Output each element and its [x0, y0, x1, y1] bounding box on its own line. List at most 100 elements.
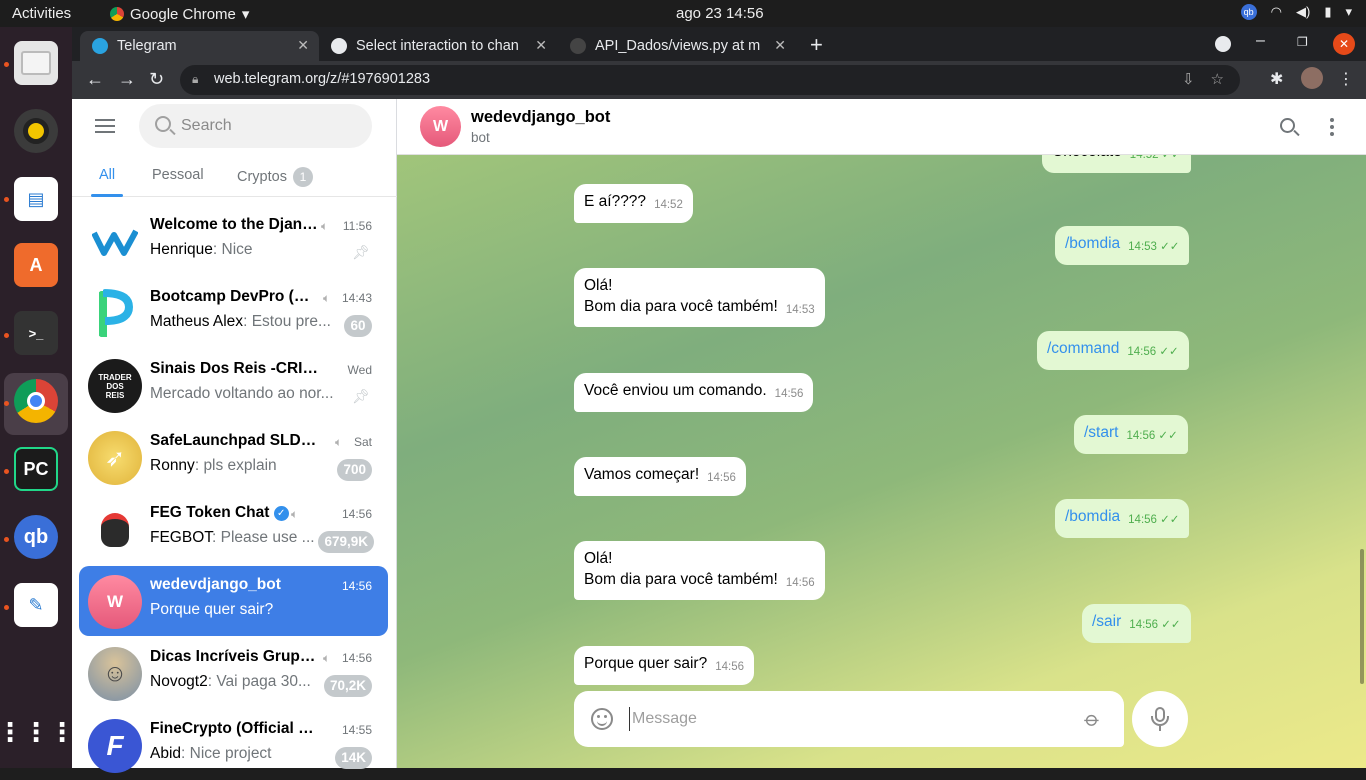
- message-text[interactable]: /command: [1047, 340, 1119, 357]
- close-tab-icon[interactable]: ✕: [774, 37, 786, 54]
- chat-item[interactable]: ➶ SafeLaunchpad SLD & ... 🔈︎ Sat Ronny: …: [79, 422, 388, 492]
- bookmark-star-icon[interactable]: ☆: [1211, 70, 1224, 88]
- avatar-letter: W: [432, 117, 449, 135]
- chat-preview: Henrique: Nice: [150, 241, 253, 258]
- terminal-icon[interactable]: >_: [14, 311, 58, 355]
- wifi-icon[interactable]: ◠: [1271, 4, 1282, 20]
- forward-icon[interactable]: →: [118, 69, 136, 90]
- ubuntu-software-icon[interactable]: A: [14, 243, 58, 287]
- tab-api-dados[interactable]: API_Dados/views.py at m ✕: [558, 31, 796, 61]
- avatar: [88, 215, 142, 269]
- url-text[interactable]: web.telegram.org/z/#1976901283: [214, 71, 430, 87]
- power-menu-icon[interactable]: ▾: [1345, 4, 1352, 20]
- new-tab-icon[interactable]: +: [810, 32, 823, 58]
- message-outgoing[interactable]: /bomdia 14:53 ✓✓: [1055, 226, 1190, 265]
- battery-icon[interactable]: ▮: [1324, 4, 1331, 20]
- welcome-logo-icon: [92, 229, 138, 256]
- tab-strip: Telegram ✕ Select interaction to chan ✕ …: [72, 27, 1366, 61]
- unread-badge: 700: [337, 459, 372, 481]
- chat-title[interactable]: wedevdjango_bot: [471, 108, 610, 127]
- search-box[interactable]: [139, 104, 372, 148]
- avatar: [88, 503, 142, 557]
- install-app-icon[interactable]: ⇩: [1182, 70, 1195, 88]
- chat-avatar[interactable]: W: [420, 106, 461, 147]
- chrome-menu-icon[interactable]: ⋮: [1338, 69, 1354, 89]
- close-window-icon[interactable]: ✕: [1333, 33, 1355, 55]
- system-tray[interactable]: qb ◠ ◀) ▮ ▾: [1240, 4, 1352, 20]
- chat-item-selected[interactable]: W wedevdjango_bot 14:56 Porque quer sair…: [79, 566, 388, 636]
- folder-tab-pessoal[interactable]: Pessoal: [152, 167, 204, 183]
- menu-icon[interactable]: [95, 119, 115, 133]
- chat-time: 14:56: [341, 507, 372, 521]
- more-options-icon[interactable]: [1330, 118, 1334, 136]
- chat-title: FineCrypto (Official C...: [150, 720, 320, 737]
- message-incoming[interactable]: Porque quer sair? 14:56: [574, 646, 754, 685]
- qbittorrent-tray-icon[interactable]: qb: [1240, 4, 1257, 20]
- paperclip-icon[interactable]: ⌀: [1079, 706, 1106, 733]
- chat-time: 14:55: [341, 723, 372, 737]
- files-icon[interactable]: [14, 41, 58, 85]
- profile-avatar[interactable]: [1301, 67, 1323, 89]
- tab-telegram[interactable]: Telegram ✕: [80, 31, 319, 61]
- chat-item[interactable]: FEG Token Chat ✓ 🔈︎ 14:56 FEGBOT: Please…: [79, 494, 388, 564]
- chat-item[interactable]: F FineCrypto (Official C... 14:55 Abid: …: [79, 710, 388, 780]
- message-outgoing[interactable]: /start 14:56 ✓✓: [1074, 415, 1188, 454]
- chat-title: Bootcamp DevPro (Gr...: [150, 288, 320, 305]
- message-text: Olá!: [584, 277, 613, 294]
- folder-tab-all[interactable]: All: [99, 167, 115, 183]
- extensions-icon[interactable]: ✱: [1270, 69, 1283, 89]
- libreoffice-writer-icon[interactable]: ▤: [14, 177, 58, 221]
- message-incoming[interactable]: Você enviou um comando. 14:56: [574, 373, 814, 412]
- scrollbar[interactable]: [1360, 549, 1364, 684]
- chat-item[interactable]: TRADER DOS REIS Sinais Dos Reis -CRIPT..…: [79, 350, 388, 420]
- chat-time: 11:56: [342, 219, 372, 233]
- message-text[interactable]: /sair: [1092, 613, 1121, 630]
- search-icon[interactable]: [1280, 118, 1295, 133]
- maximize-icon[interactable]: ❐: [1297, 35, 1308, 49]
- avatar-letter: F: [106, 730, 124, 761]
- tab-select-interaction[interactable]: Select interaction to chan ✕: [319, 31, 557, 61]
- reload-icon[interactable]: ↻: [149, 69, 164, 90]
- volume-icon[interactable]: ◀): [1296, 4, 1310, 20]
- clock[interactable]: ago 23 14:56: [676, 5, 764, 22]
- message-incoming[interactable]: Olá! Bom dia para você também! 14:56: [574, 541, 825, 600]
- message-text[interactable]: /bomdia: [1065, 235, 1120, 252]
- message-text[interactable]: /bomdia: [1065, 508, 1120, 525]
- chat-item[interactable]: ☺ Dicas Incríveis Grupo... 🔈︎ 14:56 Novo…: [79, 638, 388, 708]
- rhythmbox-icon[interactable]: [14, 109, 58, 153]
- chat-header[interactable]: W wedevdjango_bot bot: [397, 99, 1366, 155]
- unread-badge: 60: [344, 315, 372, 337]
- message-incoming[interactable]: Olá! Bom dia para você também! 14:53: [574, 268, 825, 327]
- message-incoming[interactable]: E aí???? 14:52: [574, 184, 693, 223]
- activities-button[interactable]: Activities: [12, 5, 71, 22]
- minimize-icon[interactable]: –: [1256, 32, 1265, 50]
- qbittorrent-icon[interactable]: qb: [14, 515, 58, 559]
- omnibox[interactable]: 🔒︎ web.telegram.org/z/#1976901283 ⇩ ☆: [180, 65, 1240, 95]
- message-outgoing[interactable]: /bomdia 14:56 ✓✓: [1055, 499, 1190, 538]
- message-text[interactable]: /start: [1084, 424, 1118, 441]
- chat-item[interactable]: Bootcamp DevPro (Gr... 🔈︎ 14:43 Matheus …: [79, 278, 388, 348]
- folder-tab-cryptos[interactable]: Cryptos 1: [237, 167, 313, 187]
- tab-search-icon[interactable]: [1215, 36, 1231, 52]
- close-tab-icon[interactable]: ✕: [535, 37, 547, 54]
- chrome-icon[interactable]: [14, 379, 58, 423]
- message-incoming[interactable]: Vamos começar! 14:56: [574, 457, 746, 496]
- emoji-icon[interactable]: [591, 708, 613, 730]
- chat-item[interactable]: Welcome to the Django 🔈︎ 11:56 Henrique:…: [79, 206, 388, 276]
- message-outgoing[interactable]: /command 14:56 ✓✓: [1037, 331, 1189, 370]
- voice-record-button[interactable]: [1132, 691, 1188, 747]
- telegram-favicon-icon: [92, 38, 108, 54]
- pycharm-icon[interactable]: PC: [14, 447, 58, 491]
- message-outgoing[interactable]: /sair 14:56 ✓✓: [1082, 604, 1191, 643]
- app-menu[interactable]: Google Chrome ▾: [110, 5, 249, 23]
- preview-text: pls explain: [203, 457, 277, 474]
- close-tab-icon[interactable]: ✕: [297, 37, 309, 54]
- search-input[interactable]: [181, 114, 361, 138]
- lock-icon[interactable]: 🔒︎: [192, 72, 198, 87]
- show-applications-icon[interactable]: ⋮⋮⋮: [0, 710, 75, 754]
- message-input[interactable]: [629, 707, 1069, 731]
- chat-preview: Mercado voltando ao nor...: [150, 385, 334, 402]
- chat-preview: Ronny: pls explain: [150, 457, 277, 474]
- back-icon[interactable]: ←: [86, 69, 104, 90]
- text-editor-icon[interactable]: ✎: [14, 583, 58, 627]
